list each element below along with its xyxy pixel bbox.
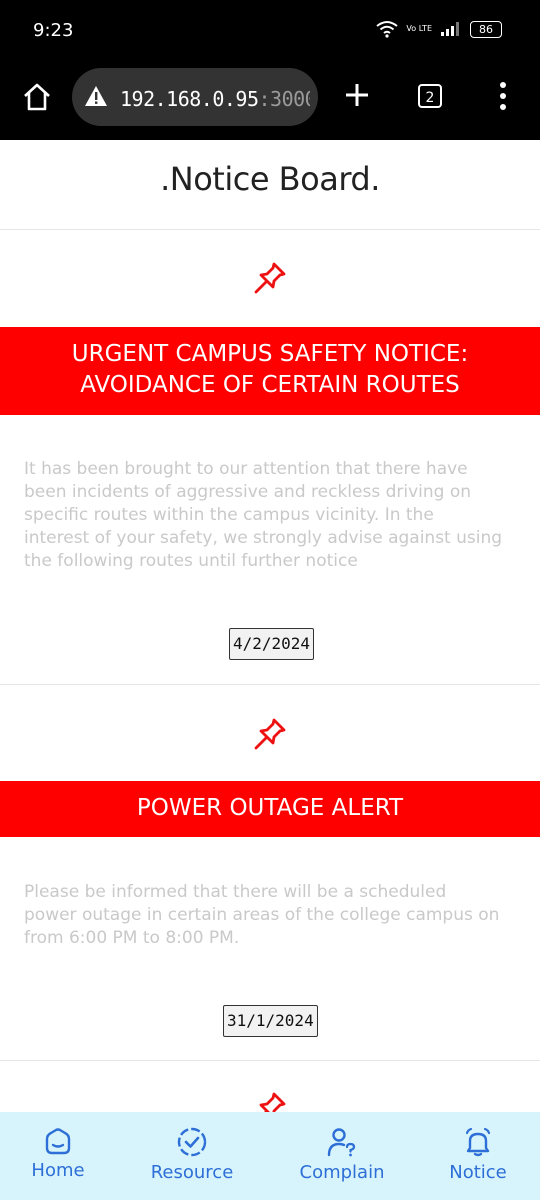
status-icons: Vo LTE 86 [376,20,502,38]
notice-body: Please be informed that there will be a … [24,882,500,948]
divider [0,684,540,685]
battery-indicator: 86 [470,20,502,38]
nav-label: Home [31,1160,85,1181]
divider [0,229,540,230]
nav-label: Complain [299,1162,385,1183]
status-time: 9:23 [33,20,74,41]
bottom-navigation: Home Resource Complain Notice [0,1112,540,1200]
tab-switcher-button[interactable]: 2 [418,84,442,108]
notice-board-page: .Notice Board. URGENT CAMPUS SAFETY NOTI… [0,140,540,1112]
browser-toolbar: 192.168.0.95:3000/r 2 [0,60,540,140]
nav-label: Notice [449,1162,507,1183]
nav-complain[interactable]: Complain [292,1112,392,1200]
home-icon [45,1128,71,1155]
divider [0,1060,540,1061]
url-host: 192.168.0.95 [120,87,259,111]
new-tab-icon[interactable] [342,80,372,110]
notice-body: It has been brought to our attention tha… [24,459,503,571]
nav-notice[interactable]: Notice [440,1112,516,1200]
more-menu-icon[interactable] [496,80,510,112]
status-bar: 9:23 Vo LTE 86 [0,0,540,60]
nav-home[interactable]: Home [18,1112,98,1200]
notice-date: 31/1/2024 [223,1005,318,1037]
warning-icon[interactable] [84,85,108,107]
notice-date: 4/2/2024 [229,628,315,660]
notice-title: POWER OUTAGE ALERT [0,781,540,837]
url-text[interactable]: 192.168.0.95:3000/r [120,87,310,111]
check-circle-icon [177,1127,207,1157]
notice-title: URGENT CAMPUS SAFETY NOTICE: AVOIDANCE O… [0,327,540,415]
address-bar[interactable]: 192.168.0.95:3000/r [72,68,318,126]
home-icon[interactable] [22,82,52,112]
url-path: :3000/r [258,87,311,111]
pushpin-icon [254,718,286,750]
signal-icon [441,22,459,36]
user-question-icon [327,1128,356,1157]
bell-icon [465,1127,491,1157]
volte-indicator: Vo LTE [406,24,432,33]
wifi-icon [376,21,399,38]
pushpin-icon [254,262,286,294]
nav-label: Resource [150,1162,234,1183]
page-title: .Notice Board. [160,160,380,198]
nav-resource[interactable]: Resource [142,1112,242,1200]
pushpin-icon [259,1092,286,1112]
